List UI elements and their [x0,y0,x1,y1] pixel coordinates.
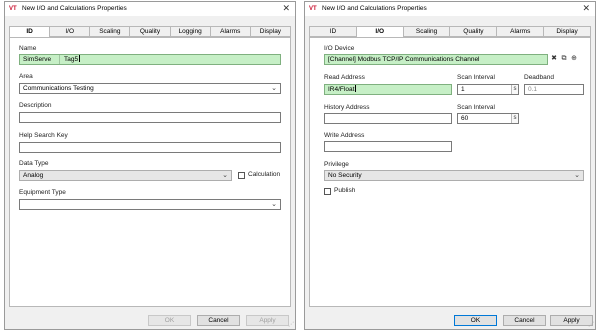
cancel-button[interactable]: Cancel [197,315,240,326]
text-cursor [79,55,81,62]
privilege-label: Privilege [324,161,349,168]
apply-button[interactable]: Apply [550,315,593,326]
write-address-label: Write Address [324,132,365,139]
area-select[interactable]: Communications Testing ⌄ [19,83,281,94]
history-address-input[interactable] [324,113,452,124]
data-type-label: Data Type [19,160,49,167]
vt-app-icon: VT [9,6,17,12]
scan-interval-value: 1 [461,86,465,93]
title-bar: VT New I/O and Calculations Properties ✕ [5,2,295,16]
resize-grip-icon[interactable]: ⋰ [288,322,294,328]
equipment-type-label: Equipment Type [19,189,66,196]
data-type-value: Analog [23,172,44,179]
tab-scaling[interactable]: Scaling [90,26,131,37]
tab-quality[interactable]: Quality [450,26,498,37]
tab-strip: ID I/O Scaling Quality Logging Alarms Di… [9,26,291,38]
cancel-button[interactable]: Cancel [503,315,546,326]
properties-dialog-id-tab: VT New I/O and Calculations Properties ✕… [4,1,296,330]
tab-display[interactable]: Display [544,26,591,37]
scan-interval-unit: s [511,85,518,94]
close-icon[interactable]: ✕ [282,4,290,13]
scan-interval-label: Scan Interval [457,74,495,81]
tab-id[interactable]: ID [309,26,357,37]
tab-scaling[interactable]: Scaling [403,26,451,37]
browse-icon[interactable]: ⧉ [560,55,568,63]
calculation-label: Calculation [248,171,281,178]
window-title: New I/O and Calculations Properties [22,5,127,12]
name-label: Name [19,45,37,52]
equipment-type-select[interactable]: ⌄ [19,199,281,210]
history-address-label: History Address [324,104,370,111]
title-bar: VT New I/O and Calculations Properties ✕ [305,2,595,16]
id-tab-panel: Name SimServe Tag5 Area Communications T… [9,37,291,307]
io-device-label: I/O Device [324,45,355,52]
apply-button[interactable]: Apply [246,315,289,326]
close-icon[interactable]: ✕ [582,4,590,13]
history-scan-interval-value: 60 [461,115,469,122]
clear-icon[interactable]: ✖ [550,55,558,63]
chevron-down-icon: ⌄ [271,85,277,92]
tab-io[interactable]: I/O [50,26,91,37]
history-scan-interval-label: Scan Interval [457,104,495,111]
name-separator [59,55,60,64]
io-device-field[interactable]: [Channel] Modbus TCP/IP Communications C… [324,54,548,65]
read-address-input[interactable]: IR4/Float [324,84,452,95]
io-tab-panel: I/O Device [Channel] Modbus TCP/IP Commu… [309,37,591,307]
text-cursor [355,85,357,92]
write-address-input[interactable] [324,141,452,152]
properties-dialog-io-tab: VT New I/O and Calculations Properties ✕… [304,1,596,330]
privilege-select[interactable]: No Security ⌄ [324,170,584,181]
name-prefix: SimServe [23,56,52,63]
tab-alarms[interactable]: Alarms [210,26,251,37]
deadband-label: Deadband [524,74,554,81]
ok-button[interactable]: OK [454,315,497,326]
description-input[interactable] [19,112,281,123]
read-address-label: Read Address [324,74,365,81]
publish-label: Publish [334,187,356,194]
name-field[interactable]: SimServe Tag5 [19,54,281,65]
privilege-value: No Security [328,172,362,179]
properties-icon[interactable]: ⊕ [570,55,578,63]
resize-grip-icon[interactable]: ⋰ [588,322,594,328]
window-title: New I/O and Calculations Properties [322,5,427,12]
name-value: Tag5 [64,55,81,63]
history-scan-interval-unit: s [511,114,518,123]
area-value: Communications Testing [23,85,94,92]
chevron-down-icon: ⌄ [222,172,228,179]
help-search-key-input[interactable] [19,142,281,153]
deadband-input[interactable]: 0.1 [524,84,584,95]
publish-checkbox[interactable] [324,188,331,195]
ok-button[interactable]: OK [148,315,191,326]
chevron-down-icon: ⌄ [574,172,580,179]
calculation-checkbox[interactable] [238,172,245,179]
history-scan-interval-input[interactable]: 60 s [457,113,519,124]
tab-quality[interactable]: Quality [130,26,171,37]
description-label: Description [19,102,52,109]
chevron-down-icon: ⌄ [271,201,277,208]
area-label: Area [19,73,33,80]
tab-display[interactable]: Display [250,26,291,37]
tab-logging[interactable]: Logging [170,26,211,37]
scan-interval-input[interactable]: 1 s [457,84,519,95]
tab-strip: ID I/O Scaling Quality Alarms Display [309,26,591,38]
data-type-select[interactable]: Analog ⌄ [19,170,232,181]
tab-alarms[interactable]: Alarms [497,26,545,37]
vt-app-icon: VT [309,6,317,12]
help-search-key-label: Help Search Key [19,132,68,139]
